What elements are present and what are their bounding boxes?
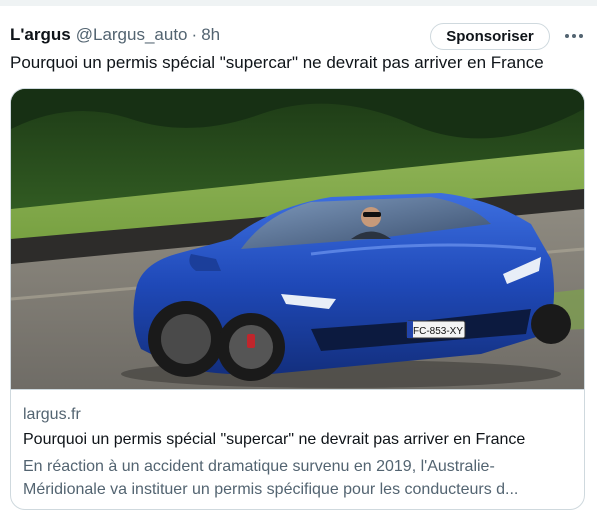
card-description: En réaction à un accident dramatique sur… bbox=[23, 455, 575, 501]
license-plate: FC-853-XY bbox=[413, 326, 463, 337]
more-horizontal-icon bbox=[565, 34, 583, 38]
timestamp[interactable]: 8h bbox=[201, 25, 220, 45]
tweet[interactable]: L'argus @Largus_auto · 8h Sponsoriser Po… bbox=[0, 0, 597, 518]
tweet-text: Pourquoi un permis spécial "supercar" ne… bbox=[10, 53, 544, 72]
link-card[interactable]: FC-853-XY largus.fr Pourquoi un permis s… bbox=[10, 88, 585, 510]
card-description-line: En réaction à un accident dramatique sur… bbox=[23, 458, 495, 475]
sponsor-button[interactable]: Sponsoriser bbox=[430, 23, 550, 50]
author-name[interactable]: L'argus bbox=[10, 25, 71, 45]
author-handle[interactable]: @Largus_auto bbox=[76, 25, 188, 45]
card-image[interactable]: FC-853-XY bbox=[11, 89, 584, 389]
card-divider bbox=[11, 389, 584, 390]
top-divider bbox=[0, 0, 597, 6]
card-description-line: Méridionale va instituer un permis spéci… bbox=[23, 481, 519, 498]
card-domain: largus.fr bbox=[23, 406, 81, 423]
separator-dot: · bbox=[191, 25, 198, 44]
card-title[interactable]: Pourquoi un permis spécial "supercar" ne… bbox=[23, 430, 525, 450]
more-options-button[interactable] bbox=[562, 24, 586, 48]
tweet-header: L'argus @Largus_auto · 8h bbox=[10, 21, 220, 49]
